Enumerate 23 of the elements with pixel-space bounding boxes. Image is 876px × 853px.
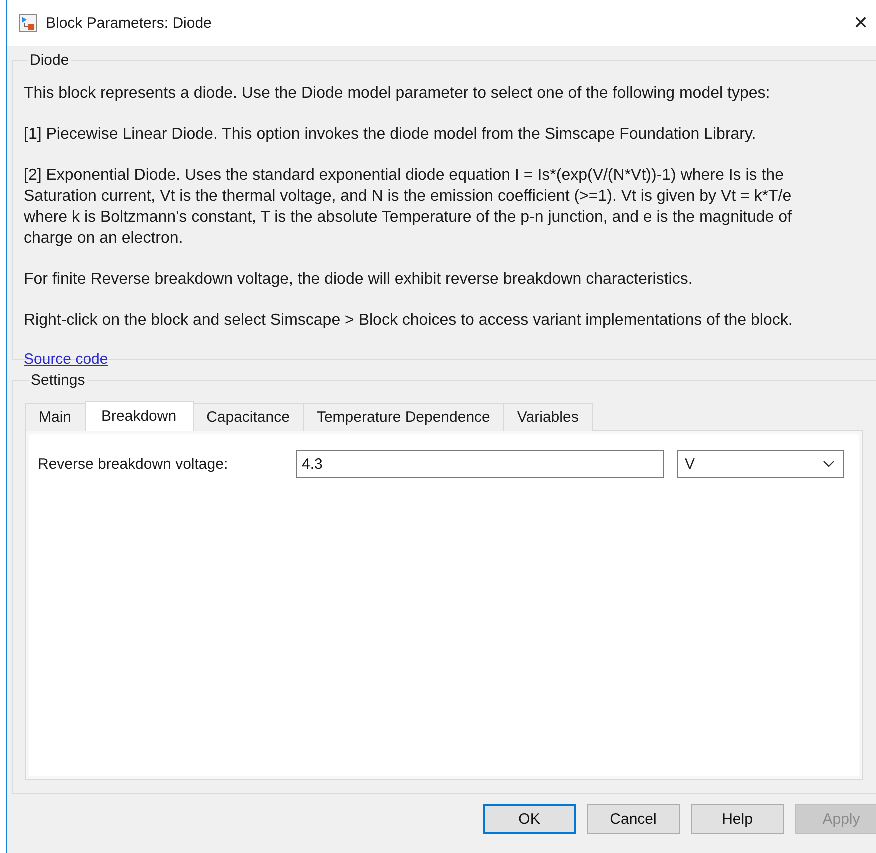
dialog-button[interactable]: OK [483,804,576,834]
block-diagram-icon [19,14,37,32]
close-button[interactable]: ✕ [847,12,875,34]
group-title: Diode [29,52,70,69]
dialog-button[interactable]: Help [691,804,784,834]
description-text: For finite Reverse breakdown voltage, the diode will exhibit reverse breakdown characteristics. [24,270,694,290]
group-title: Settings [30,372,86,389]
tab[interactable]: Breakdown [84,401,194,431]
description-text: This block represents a diode. Use the Diode model parameter to select one of the following model types: [24,84,772,104]
description-text: Right-click on the block and select Simscape > Block choices to access variant implementations of the block. [24,311,794,331]
tab[interactable]: Capacitance [192,403,304,431]
unit-dropdown[interactable]: V [677,450,844,478]
input-field[interactable]: 4.3 [296,450,664,478]
dialog-button[interactable]: Cancel [587,804,680,834]
description-text: [1] Piecewise Linear Diode. This option invokes the diode model from the Simscape Foundation Library. [24,125,758,145]
window-title: Block Parameters: Diode [46,14,212,32]
tab[interactable]: Main [25,403,86,431]
source-code-link[interactable]: Source code [24,351,108,368]
tab[interactable]: Variables [503,403,593,431]
description-text: [2] Exponential Diode. Uses the standard exponential diode equation I = Is*(exp(V/(N*Vt))-1) where Is is the Saturation current, Vt is the thermal voltage, and N is the emission coefficient (>=1). Vt is given by Vt = k*T/e where k is Boltzmann's constant, T is the absolute Temperature of the p-n junction, and e is the magnitude of charge on an electron. [24,166,793,249]
parameter-label: Reverse breakdown voltage: [38,456,230,472]
chevron-down-icon [823,460,835,468]
tab[interactable]: Temperature Dependence [302,403,504,431]
